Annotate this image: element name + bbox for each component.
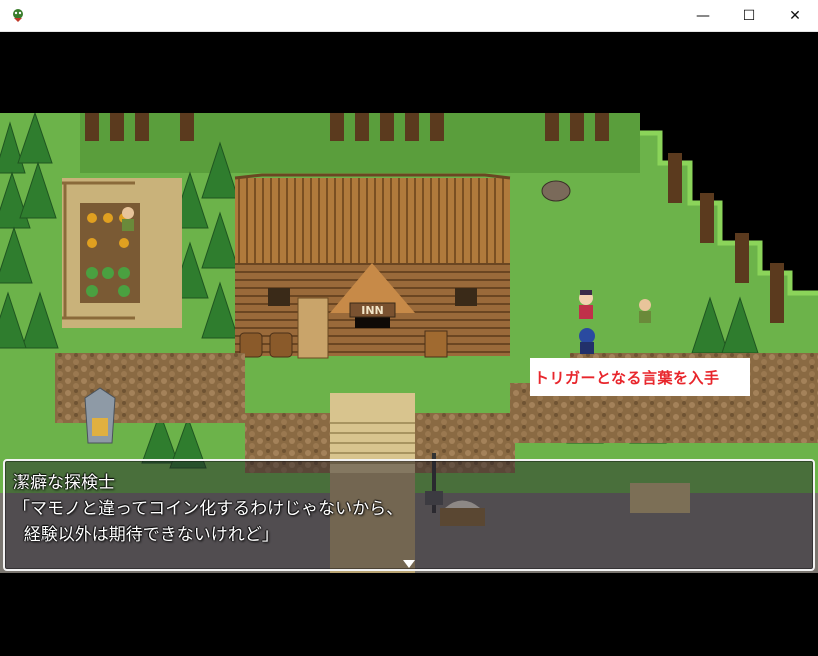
message-line-1: 「マモノと違ってコイン化するわけじゃないから、 (13, 499, 404, 519)
game-app-icon (13, 9, 23, 22)
message-window[interactable]: 潔癖な探検士 「マモノと違ってコイン化するわけじゃないから、 経験以外は期待でき… (3, 459, 815, 571)
close-button[interactable]: ✕ (772, 0, 818, 31)
player-character[interactable] (579, 328, 595, 354)
continue-arrow-icon[interactable] (403, 560, 415, 568)
message-line-2: 経験以外は期待できないけれど」 (13, 525, 279, 545)
trigger-word-notice: トリガーとなる言葉を入手 (530, 358, 750, 396)
minimize-button[interactable]: — (680, 0, 726, 31)
maximize-button[interactable]: ☐ (726, 0, 772, 31)
npc-farmer[interactable] (122, 207, 134, 231)
game-window: — ☐ ✕ INN トリガーとなる言葉を入手 潔癖な探検士 「マモノと違ってコイ… (0, 0, 818, 656)
speaker-name: 潔癖な探検士 (13, 473, 115, 493)
npc-villager[interactable] (639, 299, 651, 323)
title-bar: — ☐ ✕ (0, 0, 818, 32)
inn-sign: INN (361, 304, 384, 317)
